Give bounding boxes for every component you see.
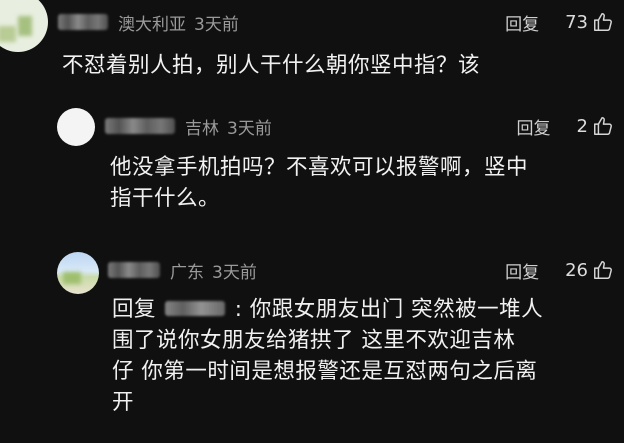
thumbs-up-icon[interactable]: [592, 259, 614, 281]
comment-text: 不怼着别人拍，别人干什么朝你竖中指？该: [62, 53, 481, 78]
comment-time: 3天前: [212, 262, 257, 283]
reply-prefix: 回复: [112, 297, 157, 322]
comment-time: 3天前: [194, 14, 239, 35]
comment-region: 澳大利亚: [118, 14, 186, 35]
reply-button[interactable]: 回复: [517, 114, 551, 139]
blurred-mention[interactable]: [165, 300, 226, 316]
like-count: 73: [565, 11, 588, 33]
comment-text: 他没拿手机拍吗？不喜欢可以报警啊，竖中 指干什么。: [110, 152, 528, 214]
avatar[interactable]: [0, 0, 48, 52]
comment-text-segment: : 你跟女朋友出门 突然被一堆人: [234, 297, 544, 322]
comment-time: 3天前: [227, 118, 272, 139]
comment-text-line: 仔 你第一时间是想报警还是互怼两句之后离: [112, 359, 538, 384]
like-count: 26: [565, 259, 588, 281]
blurred-username[interactable]: [108, 262, 160, 278]
thumbs-up-icon[interactable]: [592, 115, 614, 137]
avatar[interactable]: [57, 252, 99, 294]
comment-text-line: 围了说你女朋友给猪拱了 这里不欢迎吉林: [112, 328, 516, 353]
comment-text-line: 他没拿手机拍吗？不喜欢可以报警啊，竖中: [110, 155, 529, 180]
comment-text-line: 回复 : 你跟女朋友出门 突然被一堆人: [112, 294, 543, 325]
reply-button[interactable]: 回复: [505, 10, 539, 35]
reply-button[interactable]: 回复: [505, 258, 539, 283]
blurred-username[interactable]: [58, 14, 108, 30]
comment-region: 吉林: [185, 118, 219, 139]
comment-text-line: 开: [112, 390, 135, 415]
comment-text-line: 指干什么。: [110, 186, 221, 211]
comment-text: 回复 : 你跟女朋友出门 突然被一堆人 围了说你女朋友给猪拱了 这里不欢迎吉林 …: [112, 294, 543, 418]
avatar[interactable]: [57, 108, 95, 146]
thumbs-up-icon[interactable]: [592, 11, 614, 33]
blurred-username[interactable]: [105, 118, 175, 134]
comment-region: 广东: [170, 262, 204, 283]
like-count: 2: [576, 115, 588, 137]
